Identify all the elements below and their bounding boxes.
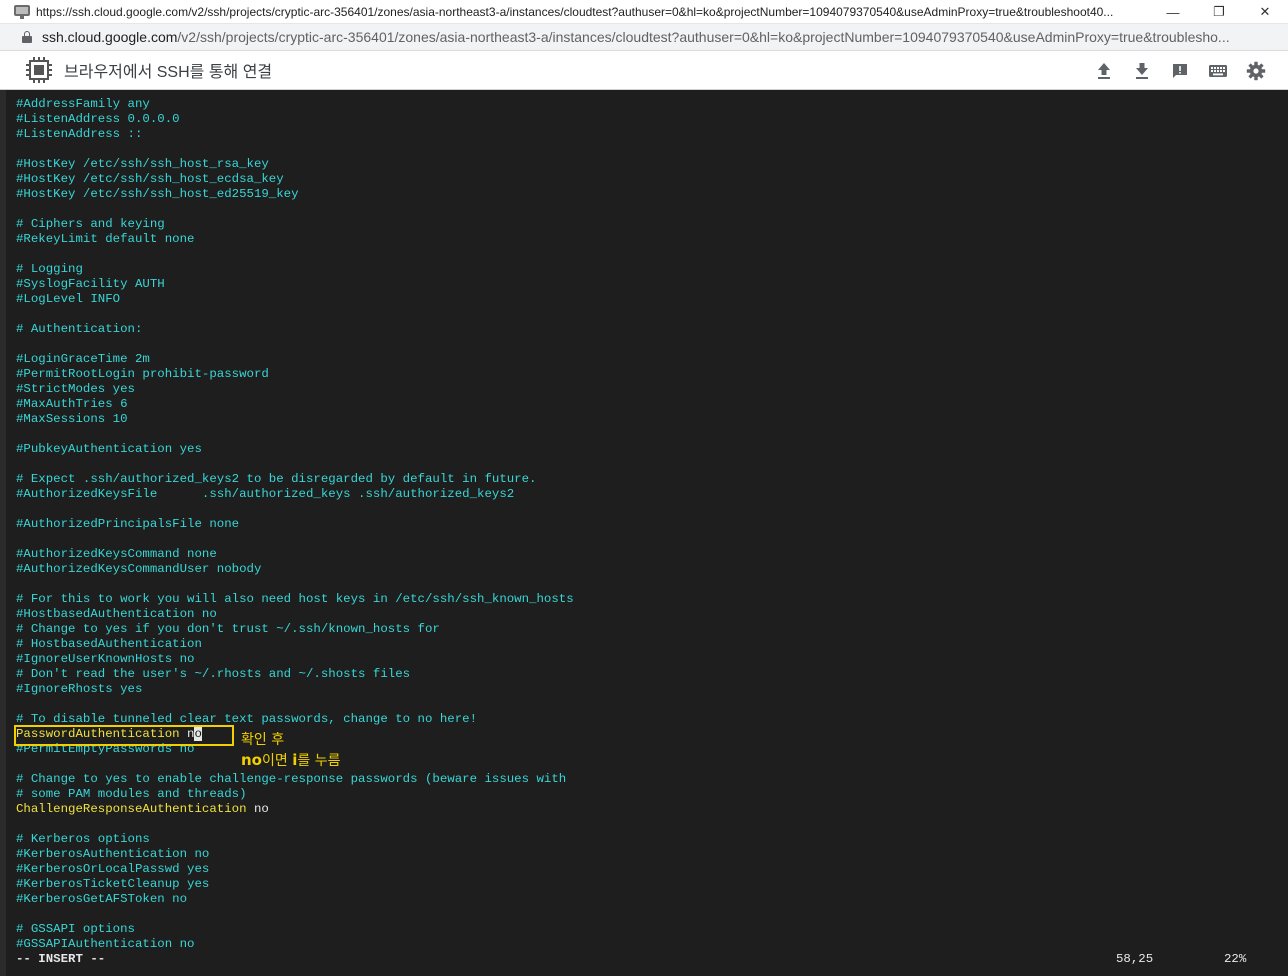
terminal-line: #SyslogFacility AUTH: [16, 277, 165, 291]
terminal-line: #HostKey /etc/ssh/ssh_host_rsa_key: [16, 157, 269, 171]
keyboard-icon: [1209, 64, 1227, 77]
feedback-icon: [1173, 63, 1187, 78]
annotation-line-1: 확인 후: [241, 732, 285, 748]
download-button[interactable]: [1130, 59, 1154, 83]
window-app-icon: [14, 4, 30, 19]
gear-icon: [1246, 61, 1266, 80]
terminal-line: #KerberosGetAFSToken no: [16, 892, 188, 906]
url-host: ssh.cloud.google.com: [42, 29, 178, 45]
cursor-position: 58,25: [1116, 952, 1154, 966]
terminal-line: #LogLevel INFO: [16, 292, 121, 306]
restore-button[interactable]: ❐: [1196, 0, 1242, 24]
terminal-line: # Change to yes if you don't trust ~/.ss…: [16, 622, 440, 636]
close-button[interactable]: ✕: [1242, 0, 1288, 24]
url-text[interactable]: ssh.cloud.google.com/v2/ssh/projects/cry…: [42, 29, 1282, 45]
upload-button[interactable]: [1092, 59, 1116, 83]
terminal[interactable]: #AddressFamily any #ListenAddress 0.0.0.0…: [6, 90, 1288, 976]
scroll-percent: 22%: [1224, 952, 1247, 966]
terminal-line: # GSSAPI options: [16, 922, 135, 936]
terminal-line: #AuthorizedKeysCommandUser nobody: [16, 562, 262, 576]
terminal-line: # Don't read the user's ~/.rhosts and ~/…: [16, 667, 411, 681]
challenge-response-line: ChallengeResponseAuthentication no: [16, 802, 574, 817]
keyboard-button[interactable]: [1206, 59, 1230, 83]
terminal-line: #RekeyLimit default none: [16, 232, 195, 246]
compute-engine-chip-icon: [26, 57, 52, 83]
window-titlebar: https://ssh.cloud.google.com/v2/ssh/proj…: [0, 0, 1288, 24]
terminal-line: #PermitRootLogin prohibit-password: [16, 367, 269, 381]
terminal-line: #MaxSessions 10: [16, 412, 128, 426]
terminal-line: #ListenAddress 0.0.0.0: [16, 112, 180, 126]
terminal-line: # Authentication:: [16, 322, 143, 336]
terminal-line: #ListenAddress ::: [16, 127, 143, 141]
terminal-line: #GSSAPIAuthentication no: [16, 937, 195, 951]
terminal-line: # Expect .ssh/authorized_keys2 to be dis…: [16, 472, 537, 486]
terminal-line: # Logging: [16, 262, 83, 276]
window-title: https://ssh.cloud.google.com/v2/ssh/proj…: [36, 4, 1114, 19]
terminal-line: #AuthorizedPrincipalsFile none: [16, 517, 240, 531]
challenge-response-key: ChallengeResponseAuthentication: [16, 802, 254, 816]
terminal-text: #AddressFamily any #ListenAddress 0.0.0.0…: [16, 97, 574, 952]
terminal-line: #MaxAuthTries 6: [16, 397, 128, 411]
address-bar[interactable]: ssh.cloud.google.com/v2/ssh/projects/cry…: [0, 24, 1288, 51]
terminal-line: #AuthorizedKeysCommand none: [16, 547, 217, 561]
vim-mode: -- INSERT --: [16, 952, 106, 966]
challenge-response-value: no: [253, 802, 269, 816]
terminal-line: #HostKey /etc/ssh/ssh_host_ecdsa_key: [16, 172, 284, 186]
download-icon: [1136, 62, 1148, 79]
terminal-line: #AuthorizedKeysFile .ssh/authorized_keys…: [16, 487, 515, 501]
terminal-line: #HostbasedAuthentication no: [16, 607, 217, 621]
terminal-line: #KerberosTicketCleanup yes: [16, 877, 210, 891]
app-header: 브라우저에서 SSH를 통해 연결: [0, 51, 1288, 90]
terminal-line: # HostbasedAuthentication: [16, 637, 202, 651]
app-title: 브라우저에서 SSH를 통해 연결: [64, 64, 273, 81]
terminal-line: #StrictModes yes: [16, 382, 135, 396]
vim-status-line: -- INSERT -- 58,25 22%: [16, 952, 1278, 967]
annotation-line-2: no이면 i를 누름: [241, 751, 341, 769]
terminal-line: #IgnoreUserKnownHosts no: [16, 652, 195, 666]
lock-icon[interactable]: [22, 31, 32, 43]
terminal-line: # Kerberos options: [16, 832, 150, 846]
terminal-line: # Change to yes to enable challenge-resp…: [16, 772, 567, 786]
terminal-line: #KerberosAuthentication no: [16, 847, 210, 861]
terminal-line: #IgnoreRhosts yes: [16, 682, 143, 696]
feedback-button[interactable]: [1168, 59, 1192, 83]
terminal-line: #HostKey /etc/ssh/ssh_host_ed25519_key: [16, 187, 299, 201]
minimize-button[interactable]: —: [1150, 0, 1196, 24]
settings-button[interactable]: [1244, 59, 1268, 83]
terminal-line: # Ciphers and keying: [16, 217, 165, 231]
terminal-line: #LoginGraceTime 2m: [16, 352, 150, 366]
terminal-line: #PubkeyAuthentication yes: [16, 442, 202, 456]
terminal-line: #KerberosOrLocalPasswd yes: [16, 862, 210, 876]
upload-icon: [1098, 62, 1110, 79]
annotation-highlight-box: [14, 725, 234, 746]
terminal-line: #AddressFamily any: [16, 97, 150, 111]
url-path: /v2/ssh/projects/cryptic-arc-356401/zone…: [177, 29, 1230, 45]
terminal-line: # For this to work you will also need ho…: [16, 592, 574, 606]
terminal-line: # some PAM modules and threads): [16, 787, 247, 801]
